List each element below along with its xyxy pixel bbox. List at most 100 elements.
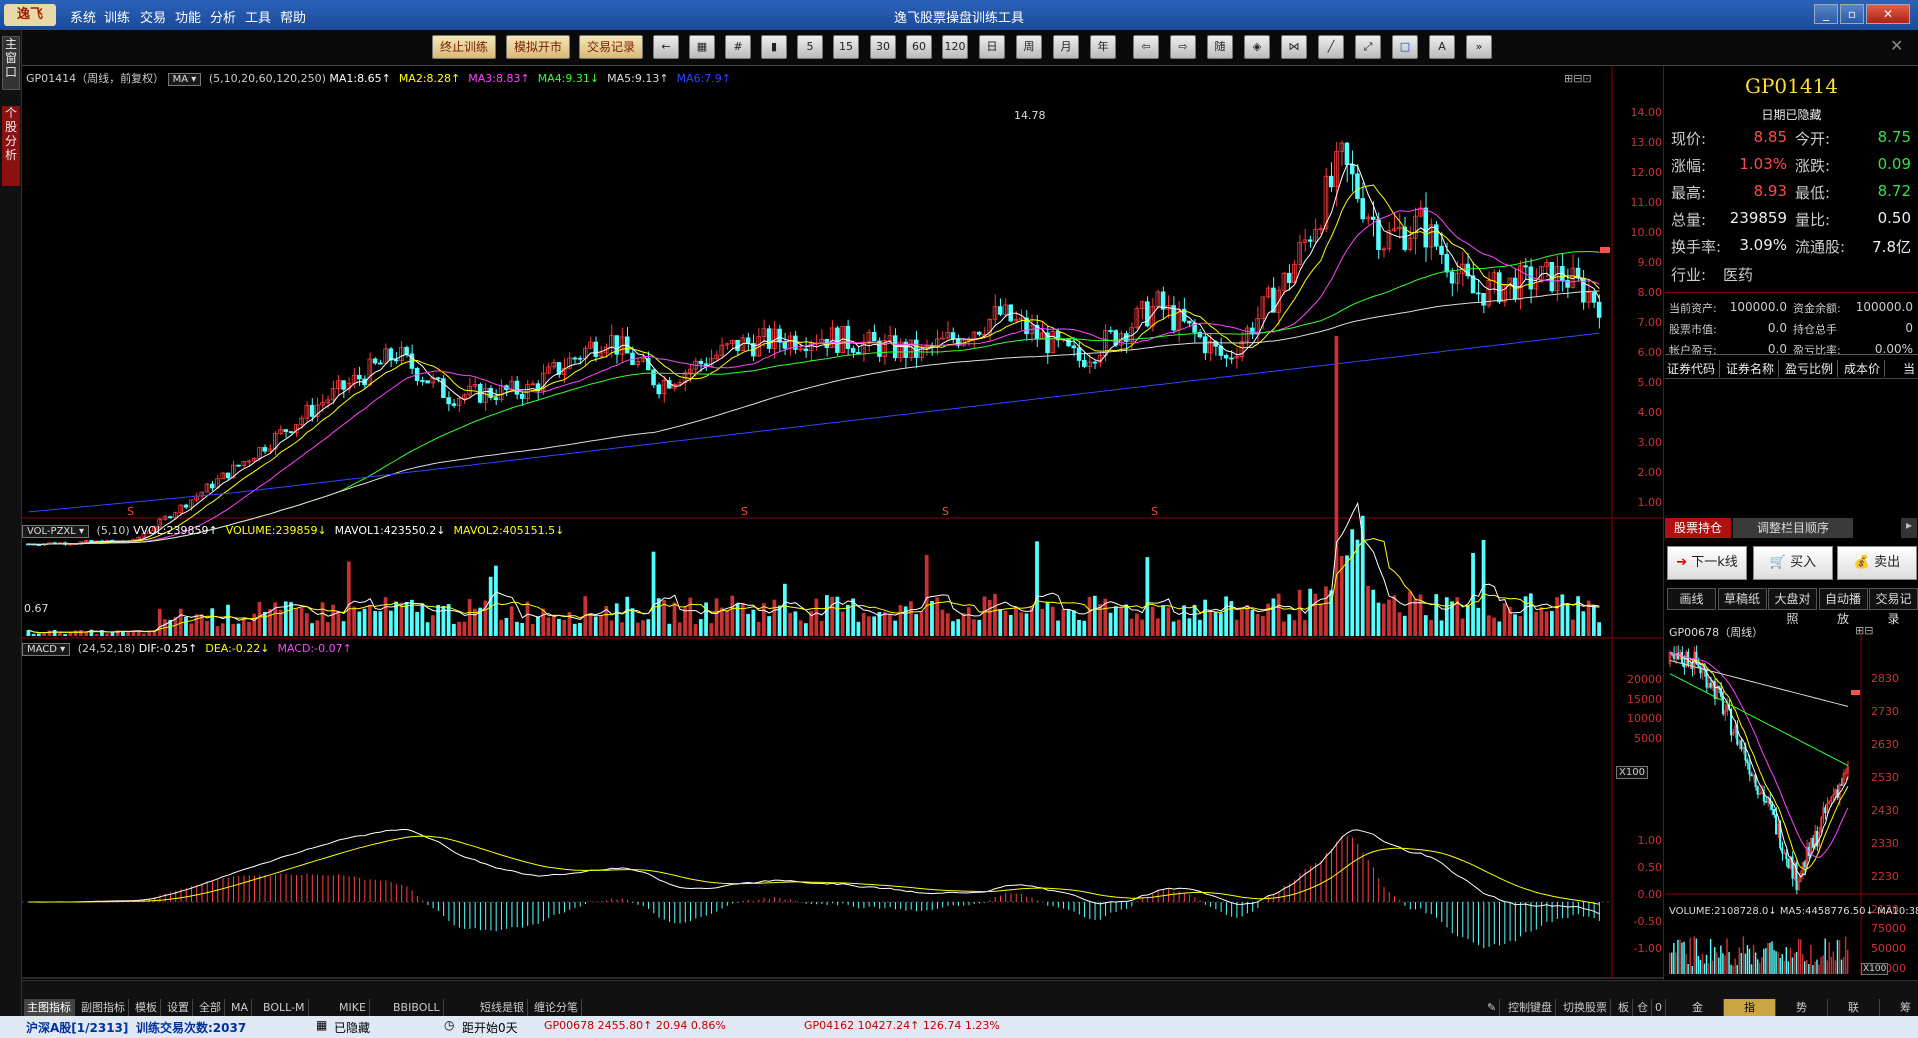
mini-bottom-tab[interactable]: 筹 — [1880, 999, 1918, 1016]
candle — [1439, 245, 1444, 255]
mini-volume-label: 50000 — [1871, 942, 1906, 955]
right-tool-button[interactable]: 大盘对照 — [1768, 588, 1817, 626]
right-tool-button[interactable]: 交易记录 — [1869, 588, 1918, 626]
period-year[interactable]: 年 — [1090, 35, 1116, 59]
tab-holdings[interactable]: 股票持仓 — [1665, 518, 1731, 538]
tab-main-window[interactable]: 主窗口 — [2, 36, 20, 90]
bottom-right-tab[interactable]: 切换股票 — [1560, 999, 1611, 1016]
bottom-tab[interactable]: MIKE — [336, 999, 370, 1016]
simulate-open-button[interactable]: 模拟开市 — [506, 35, 570, 59]
random-button[interactable]: 随 — [1207, 35, 1233, 59]
bottom-tab[interactable]: BOLL-M — [260, 999, 309, 1016]
right-tool-button[interactable]: 自动播放 — [1818, 588, 1868, 626]
buy-button[interactable]: 🛒 买入 — [1753, 546, 1833, 580]
line-tool-icon[interactable]: ╱ — [1318, 35, 1344, 59]
bottom-tab[interactable]: 副图指标 — [78, 999, 129, 1016]
menu-system[interactable]: 系统 — [70, 7, 96, 26]
bottom-tab[interactable]: BBIBOLL — [390, 999, 444, 1016]
menu-help[interactable]: 帮助 — [280, 7, 306, 26]
candle — [435, 377, 441, 380]
candle — [1187, 320, 1192, 324]
maximize-button[interactable]: ▫ — [1840, 4, 1864, 24]
toolbar-close-icon[interactable]: ✕ — [1890, 36, 1903, 55]
period-5[interactable]: 5 — [797, 35, 823, 59]
chart-canvas[interactable]: SSSS — [22, 66, 1664, 980]
holdings-column-header[interactable]: 证券名称 — [1726, 360, 1780, 377]
quote-value: 8.72 — [1877, 182, 1911, 200]
main-indicator-select[interactable]: MA ▾ — [167, 73, 202, 86]
holdings-column-header[interactable]: 盈亏比例 — [1785, 360, 1839, 377]
period-15[interactable]: 15 — [833, 35, 859, 59]
candle-icon[interactable]: ▮ — [761, 35, 787, 59]
menu-function[interactable]: 功能 — [175, 7, 201, 26]
crosshair-icon[interactable]: # — [725, 35, 751, 59]
next-candle-button[interactable]: ➔ 下一k线 — [1667, 546, 1747, 580]
period-60[interactable]: 60 — [906, 35, 932, 59]
holdings-column-header[interactable]: 当 — [1903, 360, 1918, 377]
back-arrow-icon[interactable]: ← — [653, 35, 679, 59]
bottom-tab[interactable]: MA — [228, 999, 253, 1016]
more-icon[interactable]: » — [1466, 35, 1492, 59]
candle — [803, 348, 809, 352]
tab-adjust-columns[interactable]: 调整栏目顺序 — [1733, 518, 1853, 538]
period-day[interactable]: 日 — [979, 35, 1005, 59]
period-month[interactable]: 月 — [1053, 35, 1079, 59]
menu-training[interactable]: 训练 — [104, 7, 130, 26]
bottom-tab[interactable]: 全部 — [196, 999, 225, 1016]
right-tool-button[interactable]: 草稿纸 — [1717, 588, 1767, 610]
volume-bar — [893, 620, 898, 636]
mini-volume-bar — [1834, 960, 1837, 974]
mini-bottom-tab[interactable]: 势 — [1776, 999, 1828, 1016]
volume-legend-item-2: VOLUME:239859↓ — [225, 524, 327, 537]
eye-icon[interactable]: ◈ — [1244, 35, 1270, 59]
mini-bottom-tab[interactable]: 联 — [1828, 999, 1880, 1016]
sell-button[interactable]: 💰 卖出 — [1837, 546, 1917, 580]
volume-bar — [457, 621, 462, 636]
mini-volume-bar — [1785, 947, 1788, 974]
ray-tool-icon[interactable]: ⤢ — [1355, 35, 1381, 59]
close-button[interactable]: ✕ — [1866, 4, 1910, 24]
volume-bar — [47, 630, 52, 636]
volume-bar — [1129, 618, 1134, 636]
stop-training-button[interactable]: 终止训练 — [432, 35, 496, 59]
macd-indicator-select[interactable]: MACD ▾ — [22, 643, 71, 656]
ma-legend-item-2: MA2:8.28↑ — [398, 72, 461, 85]
bottom-tab[interactable]: 模板 — [132, 999, 161, 1016]
ma-line-1 — [28, 163, 1600, 546]
grid-icon[interactable]: ▦ — [689, 35, 715, 59]
minimize-button[interactable]: _ — [1814, 4, 1838, 24]
bottom-tab[interactable]: 主图指标 — [24, 999, 75, 1016]
menu-tools[interactable]: 工具 — [245, 7, 271, 26]
mini-bottom-tab[interactable]: 指 — [1724, 999, 1776, 1016]
right-tool-button[interactable]: 画线 — [1667, 588, 1716, 610]
holdings-column-header[interactable]: 成本价 — [1844, 360, 1886, 377]
bottom-right-tab[interactable]: 0 — [1652, 999, 1666, 1016]
volume-bar — [226, 604, 230, 636]
menu-analysis[interactable]: 分析 — [210, 7, 236, 26]
bottom-tab[interactable]: 缠论分笔 — [531, 999, 582, 1016]
trade-record-button[interactable]: 交易记录 — [579, 35, 643, 59]
rectangle-tool-icon[interactable]: □ — [1392, 35, 1418, 59]
holdings-column-header[interactable]: 证券代码 — [1667, 360, 1721, 377]
text-tool-button[interactable]: A — [1429, 35, 1455, 59]
prev-icon[interactable]: ⇦ — [1133, 35, 1159, 59]
volume-indicator-select[interactable]: VOL-PZXL ▾ — [22, 525, 90, 538]
period-120[interactable]: 120 — [942, 35, 968, 59]
tab-stock-analysis[interactable]: 个股分析 — [2, 106, 20, 186]
bottom-right-tab[interactable]: 仓 — [1634, 999, 1652, 1016]
volume-bar — [761, 603, 766, 636]
mini-bottom-tab[interactable]: 金 — [1672, 999, 1724, 1016]
next-icon[interactable]: ⇨ — [1170, 35, 1196, 59]
scroll-right-icon[interactable]: ▸ — [1901, 518, 1917, 538]
candle — [1328, 175, 1334, 188]
bottom-right-tab[interactable]: 控制键盘 — [1505, 999, 1556, 1016]
flip-icon[interactable]: ⋈ — [1281, 35, 1307, 59]
period-week[interactable]: 周 — [1016, 35, 1042, 59]
menu-trade[interactable]: 交易 — [140, 7, 166, 26]
period-30[interactable]: 30 — [870, 35, 896, 59]
bottom-tab[interactable]: 设置 — [164, 999, 193, 1016]
main-panel-controls[interactable]: ⊞⊟⊡ — [1564, 72, 1592, 85]
bottom-tab[interactable]: 短线是银 — [477, 999, 528, 1016]
settings-icon[interactable]: ✎ — [1484, 999, 1501, 1016]
bottom-right-tab[interactable]: 板 — [1615, 999, 1633, 1016]
